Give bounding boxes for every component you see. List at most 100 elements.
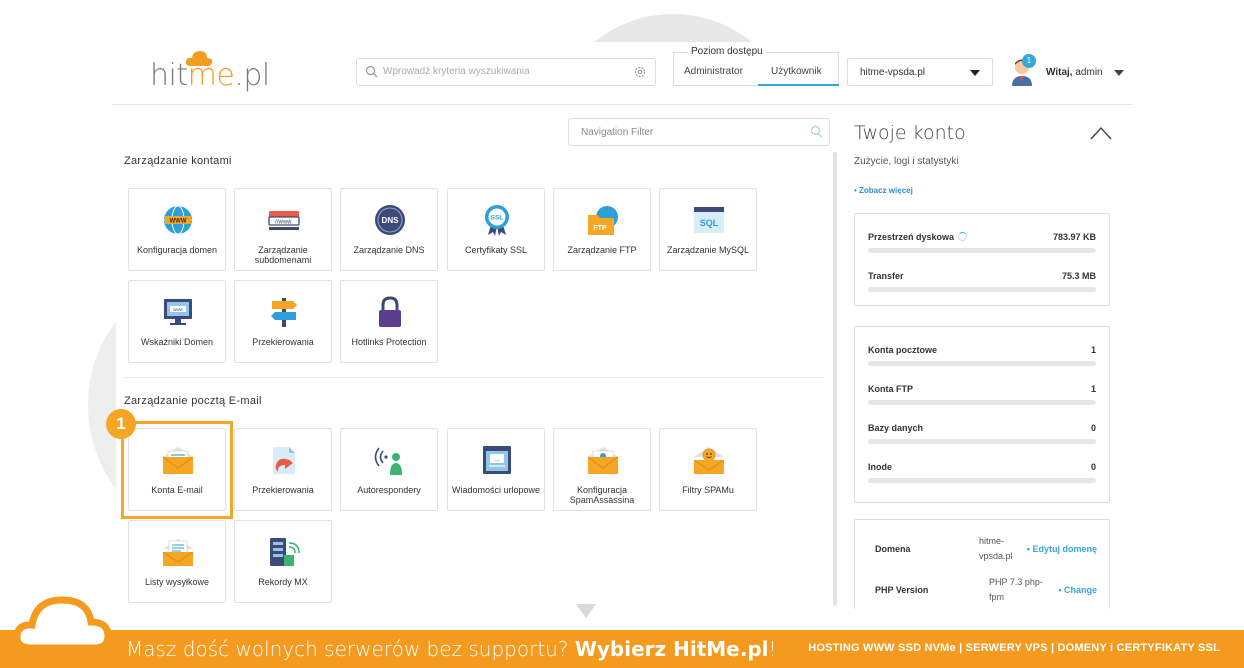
tile-label: Certyfikaty SSL — [464, 245, 528, 255]
chevron-up-icon[interactable] — [1090, 126, 1112, 140]
see-more-link[interactable]: • Zobacz więcej — [854, 186, 913, 195]
scrollbar[interactable] — [833, 152, 837, 606]
search-input[interactable]: Wprowadź kryteria wyszukiwania — [356, 58, 656, 86]
stat-progress-bar — [868, 287, 1096, 292]
stat-value: 1 — [1090, 345, 1096, 355]
usage-card: Przestrzeń dyskowa 783.97 KB Transfer 75… — [854, 213, 1110, 306]
stat-name: Transfer — [868, 271, 904, 281]
svg-text:SSL: SSL — [491, 215, 504, 222]
domain-select[interactable]: hitme-vpsda.pl — [847, 58, 993, 86]
svg-text:WWW: WWW — [170, 219, 187, 225]
tile-label: Zarządzanie subdomenami — [254, 245, 312, 265]
tile-label: Wskaźniki Domen — [140, 337, 214, 347]
tile-mysql[interactable]: SQL Zarządzanie MySQL — [659, 188, 757, 271]
tile-domain-pointers[interactable]: www Wskaźniki Domen — [128, 280, 226, 363]
spam-filter-icon — [693, 447, 725, 474]
user-menu[interactable]: 1 Witaj, admin — [1010, 54, 1130, 88]
subdomain-icon: //www. — [268, 211, 300, 230]
tile-label: Rekordy MX — [258, 577, 308, 587]
mx-records-icon — [270, 538, 300, 566]
cloud-icon — [14, 596, 112, 652]
tile-mailing-lists[interactable]: Listy wysyłkowe — [128, 520, 226, 603]
tile-label: Hotlinks Protection — [351, 337, 427, 347]
tile-vacation-messages[interactable]: ... Wiadomości urlopowe — [447, 428, 545, 511]
tile-autoresponders[interactable]: Autorespondery — [340, 428, 438, 511]
stat-name: Konta FTP — [868, 384, 913, 394]
stat-value: 783.97 KB — [1052, 232, 1096, 242]
access-level-title: Poziom dostępu — [688, 46, 766, 57]
info-card: Domena hitme-vpsda.pl • Edytuj domenę PH… — [854, 519, 1110, 609]
stat-value: 0 — [1090, 462, 1096, 472]
tile-spam-filters[interactable]: Filtry SPAMu — [659, 428, 757, 511]
svg-text:SQL: SQL — [700, 218, 719, 228]
tile-label: Listy wysyłkowe — [144, 577, 209, 587]
tile-dns[interactable]: DNS Zarządzanie DNS — [340, 188, 438, 271]
account-panel-title: Twoje konto — [854, 122, 966, 144]
caret-down-icon — [970, 70, 980, 76]
tile-subdomains[interactable]: //www. Zarządzanie subdomenami — [234, 188, 332, 271]
tile-domain-config[interactable]: WWW Konfiguracja domen — [128, 188, 226, 271]
search-placeholder: Wprowadź kryteria wyszukiwania — [383, 66, 530, 77]
info-key: Domena — [875, 544, 911, 554]
access-option-user[interactable]: Użytkownik — [771, 66, 822, 77]
vacation-message-icon: ... — [483, 446, 511, 474]
tile-label: Wiadomości urlopowe — [451, 485, 541, 495]
tile-email-forwarders[interactable]: Przekierowania — [234, 428, 332, 511]
stat-transfer: Transfer 75.3 MB — [868, 271, 1096, 301]
stat-progress-bar — [868, 478, 1096, 483]
monitor-www-icon: www — [164, 299, 192, 325]
tile-redirects[interactable]: Przekierowania — [234, 280, 332, 363]
stat-name: Inode — [868, 462, 892, 472]
access-option-administrator[interactable]: Administrator — [684, 66, 743, 77]
counts-card: Konta pocztowe 1 Konta FTP 1 Bazy danych… — [854, 326, 1110, 503]
svg-text:...: ... — [494, 457, 499, 463]
access-selected-indicator — [758, 84, 839, 86]
tile-ssl[interactable]: SSL Certyfikaty SSL — [447, 188, 545, 271]
account-panel-subtitle: Zużycie, logi i statystyki — [854, 156, 959, 167]
tile-label: Zarządzanie FTP — [567, 245, 637, 255]
tile-ftp[interactable]: FTP Zarządzanie FTP — [553, 188, 651, 271]
tile-hotlinks-protection[interactable]: Hotlinks Protection — [340, 280, 438, 363]
spamassassin-icon — [587, 447, 619, 474]
stat-progress-bar — [868, 400, 1096, 405]
stat-name: Przestrzeń dyskowa — [868, 232, 955, 242]
tile-mx-records[interactable]: Rekordy MX — [234, 520, 332, 603]
caret-down-icon — [1114, 70, 1124, 76]
banner-message: Masz dość wolnych serwerów bez supportu?… — [126, 637, 777, 661]
svg-text:DNS: DNS — [382, 216, 400, 225]
tile-spamassassin-config[interactable]: Konfiguracja SpamAssassina — [553, 428, 651, 511]
scroll-down-arrow-icon[interactable] — [576, 604, 596, 618]
signpost-icon — [271, 298, 297, 327]
stat-value: 0 — [1090, 423, 1096, 433]
autoresponder-icon — [374, 447, 402, 475]
stat-progress-bar — [868, 248, 1096, 253]
step-number-badge: 1 — [106, 409, 136, 439]
email-forward-icon — [273, 447, 295, 474]
tile-label: Autorespondery — [357, 485, 421, 495]
stat-progress-bar — [868, 361, 1096, 366]
tile-label: Zarządzanie MySQL — [666, 245, 750, 255]
mailing-list-icon — [162, 539, 194, 566]
edit-domain-link[interactable]: • Edytuj domenę — [1027, 544, 1097, 554]
change-php-link[interactable]: • Change — [1058, 585, 1097, 595]
section-divider — [124, 377, 824, 378]
search-icon — [365, 65, 378, 78]
section-title-accounts: Zarządzanie kontami — [124, 155, 232, 167]
gear-icon[interactable] — [633, 65, 647, 79]
hitme-logo[interactable]: hitme.pl — [150, 48, 270, 96]
stat-name: Bazy danych — [868, 423, 924, 433]
access-level-switch: Poziom dostępu Administrator Użytkownik — [673, 46, 839, 86]
stat-progress-bar — [868, 439, 1096, 444]
navigation-filter-input[interactable]: Navigation Filter — [568, 118, 830, 146]
stat-mail-accounts: Konta pocztowe 1 — [868, 345, 1096, 375]
tile-label: Konfiguracja SpamAssassina — [569, 485, 635, 505]
banner-services: HOSTING WWW SSD NVMe | SERWERY VPS | DOM… — [808, 642, 1220, 654]
svg-text://www.: //www. — [275, 220, 293, 226]
promo-banner[interactable]: Masz dość wolnych serwerów bez supportu?… — [0, 630, 1244, 668]
search-icon — [810, 125, 823, 138]
stat-name: Konta pocztowe — [868, 345, 937, 355]
svg-text:FTP: FTP — [593, 225, 607, 232]
notification-badge: 1 — [1022, 54, 1036, 68]
globe-www-icon: WWW — [164, 205, 192, 235]
dns-icon: DNS — [375, 205, 405, 235]
